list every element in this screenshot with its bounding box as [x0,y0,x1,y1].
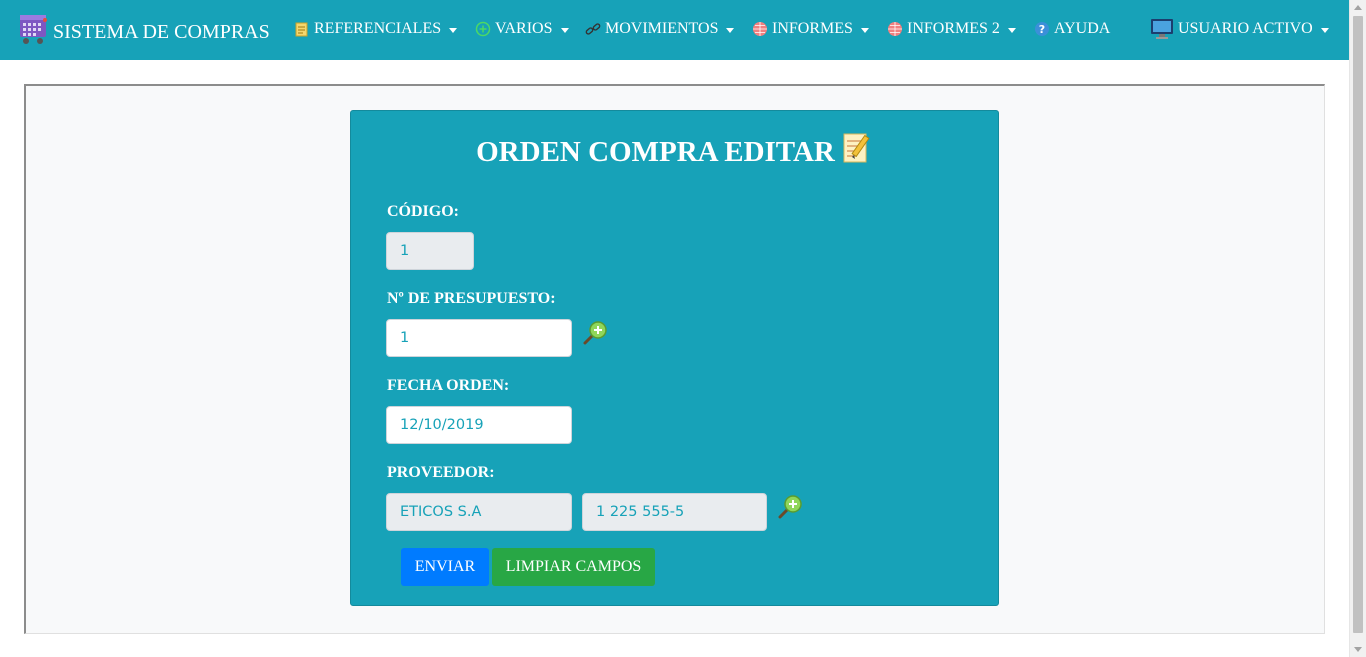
nav-label: VARIOS [495,20,553,37]
monitor-icon [1150,18,1174,40]
notepad-icon [294,21,310,37]
nav-ayuda[interactable]: ? AYUDA [1034,18,1110,40]
nav-usuario-activo[interactable]: USUARIO ACTIVO [1150,18,1329,40]
nav-label: USUARIO ACTIVO [1178,20,1313,37]
cart-calendar-icon [18,13,48,51]
fecha-label: FECHA ORDEN: [387,377,510,394]
vertical-scrollbar[interactable] [1349,0,1366,657]
chevron-down-icon [726,27,735,33]
search-add-icon[interactable] [777,494,803,520]
brand-title: SISTEMA DE COMPRAS [53,20,270,43]
help-icon: ? [1034,21,1050,37]
nav-label: REFERENCIALES [314,20,442,37]
chevron-down-icon [860,27,869,33]
nav-label: INFORMES 2 [907,20,1000,37]
nav-informes[interactable]: INFORMES [752,18,869,40]
proveedor-label: PROVEEDOR: [387,464,495,481]
globe-icon [887,21,903,37]
form-title: ORDEN COMPRA EDITAR [351,131,998,173]
nav-varios[interactable]: VARIOS [475,18,569,40]
svg-text:?: ? [1039,23,1045,36]
search-add-icon[interactable] [582,320,608,346]
scroll-down-arrow-icon[interactable] [1354,647,1362,652]
codigo-input[interactable]: 1 [386,232,474,270]
presupuesto-label: Nº DE PRESUPUESTO: [387,290,556,307]
globe-icon [752,21,768,37]
scroll-up-arrow-icon[interactable] [1354,5,1362,10]
scrollbar-thumb[interactable] [1353,16,1363,633]
codigo-label: CÓDIGO: [387,203,459,220]
proveedor-ruc-input[interactable]: 1 225 555-5 [582,493,767,531]
limpiar-campos-button[interactable]: LIMPIAR CAMPOS [492,548,655,586]
nav-informes-2[interactable]: INFORMES 2 [887,18,1016,40]
enviar-button[interactable]: ENVIAR [401,548,489,586]
presupuesto-input[interactable]: 1 [386,319,572,357]
top-navbar: SISTEMA DE COMPRAS REFERENCIALES VARIOS … [0,0,1349,60]
link-icon [585,21,601,37]
nav-label: INFORMES [772,20,853,37]
chevron-down-icon [1007,27,1016,33]
form-title-text: ORDEN COMPRA EDITAR [476,135,835,168]
orden-compra-form: ORDEN COMPRA EDITAR CÓDIGO: 1 Nº DE PRES… [350,110,999,606]
nav-label: AYUDA [1054,20,1111,37]
chevron-down-icon [449,27,458,33]
nav-label: MOVIMIENTOS [605,20,719,37]
nav-movimientos[interactable]: MOVIMIENTOS [585,18,735,40]
edit-notepad-icon [841,131,873,173]
fecha-input[interactable]: 12/10/2019 [386,406,572,444]
plus-circle-icon [475,21,491,37]
chevron-down-icon [1320,27,1329,33]
brand[interactable]: SISTEMA DE COMPRAS [18,13,270,51]
nav-referenciales[interactable]: REFERENCIALES [294,18,458,40]
proveedor-name-input[interactable]: ETICOS S.A [386,493,572,531]
chevron-down-icon [560,27,569,33]
